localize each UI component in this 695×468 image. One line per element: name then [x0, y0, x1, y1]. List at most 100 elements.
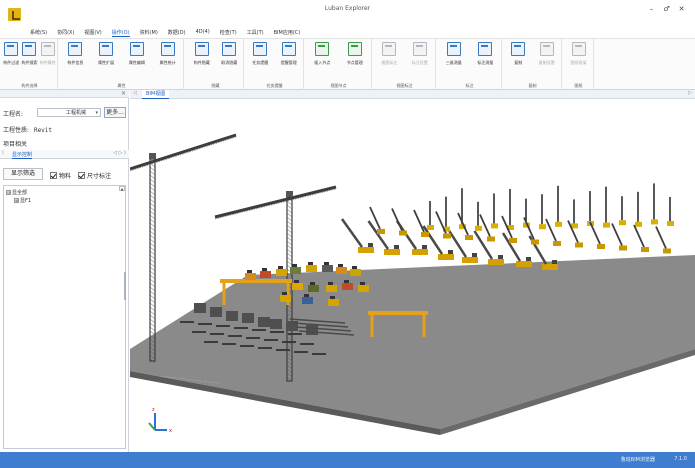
steel-beam [180, 321, 194, 323]
boom-crane-base [377, 229, 385, 234]
collapse-icon[interactable]: ⊟ [6, 190, 11, 195]
3d-scene[interactable]: ———— ——— ——— ———— z x [130, 99, 695, 452]
boom-crane-base [443, 233, 451, 239]
ribbon-button[interactable]: 提醒管理 [278, 42, 300, 66]
equipment-vehicle [260, 271, 271, 278]
bim-viewport[interactable]: ◁ BIM视图 ▷ ———— ——— ——— ———— z x [130, 90, 695, 452]
ribbon-button-label: 取消隐藏 [221, 60, 238, 65]
ribbon-button[interactable]: 构件过滤 [2, 42, 20, 66]
project-related-label[interactable]: 项目相关 [3, 139, 27, 148]
tower-crane-left-lattice [149, 234, 156, 240]
close-icon[interactable]: ✕ [674, 5, 689, 13]
panel-splitter[interactable] [124, 272, 126, 300]
ribbon-group-label: 视图标注 [396, 83, 413, 88]
tree-node-all[interactable]: ⊟ 显全部 [6, 189, 27, 196]
ribbon-button[interactable]: 图纸框架 [568, 42, 590, 66]
ribbon-button[interactable]: 视图标注 [378, 42, 400, 66]
tower-crane-left-lattice [149, 306, 156, 312]
tower-crane-left-jib [130, 133, 237, 171]
ribbon-button[interactable]: 节点管理 [344, 42, 366, 66]
menu-item[interactable]: 4D(4) [196, 29, 210, 37]
menu-item[interactable]: 系统(S) [30, 29, 47, 37]
steel-beam [222, 343, 236, 345]
tower-crane-left-lattice [149, 166, 156, 172]
ribbon-button[interactable]: 复制 [507, 42, 529, 66]
tower-crane-left-lattice [149, 298, 156, 304]
tab-scroll-right-icon[interactable]: ◁ ▷ ⟩ [113, 150, 126, 156]
ribbon-button-label: 标注测量 [477, 60, 494, 65]
equipment-vehicle [302, 297, 313, 304]
expand-icon[interactable]: ⊞ [14, 198, 19, 203]
ribbon-button[interactable]: 构件属性 [39, 42, 57, 66]
ribbon-button[interactable]: 标注设置 [409, 42, 431, 66]
viewport-scroll-left-icon[interactable]: ◁ [133, 90, 137, 96]
tower-crane-left-lattice [149, 310, 156, 316]
menu-item[interactable]: 资料(M) [140, 29, 158, 37]
boom-crane-arm [655, 226, 667, 249]
tower-crane-left-lattice [149, 326, 156, 332]
ribbon-button[interactable]: 任务提醒 [249, 42, 271, 66]
more-button[interactable]: 更多... [104, 107, 126, 118]
tower-crane-right-lattice [286, 224, 293, 230]
menu-item[interactable]: BIM应用(C) [274, 29, 301, 37]
ribbon-button[interactable]: 构件搜索 [20, 42, 38, 66]
display-filter-button[interactable]: 显示筛选 [3, 168, 43, 180]
ribbon-button[interactable]: 取消隐藏 [218, 42, 240, 66]
minimize-icon[interactable]: – [644, 5, 659, 13]
tower-crane-right-lattice [286, 204, 293, 210]
tower-crane-left-lattice [149, 238, 156, 244]
ribbon-toolbar: 构件过滤 构件搜索 构件属性 构件选择 构件信息 属性扩展 属性编辑 属性统计 属性 构件隐藏 取消… [0, 38, 695, 91]
project-select[interactable]: 工程机械 [37, 108, 101, 117]
ribbon-button-label: 提醒管理 [280, 60, 297, 65]
tower-crane-left-lattice [149, 214, 156, 220]
bell-icon [253, 42, 268, 56]
tower-crane-left-lattice [149, 294, 156, 300]
panel-close-icon[interactable]: × [121, 90, 126, 97]
ribbon-button[interactable]: 构件隐藏 [191, 42, 213, 66]
viewport-scroll-right-icon[interactable]: ▷ [688, 90, 692, 96]
status-link[interactable]: 鲁班BIM浏览器 [621, 456, 655, 463]
restore-icon[interactable]: ♂ [659, 5, 674, 13]
status-version: 7.1.0 [674, 456, 687, 462]
tree-node-f1[interactable]: ⊞ 显F1 [14, 197, 31, 204]
container-block [226, 311, 238, 321]
tower-crane-left-lattice [149, 278, 156, 284]
dimension-checkbox[interactable]: 尺寸标注 [78, 171, 111, 180]
ribbon-button[interactable]: 属性统计 [157, 42, 179, 66]
steel-beam [252, 329, 266, 331]
steel-beam [234, 327, 248, 329]
tower-crane-right-lattice [286, 260, 293, 266]
dimension-checkbox-label: 尺寸标注 [87, 173, 112, 180]
tab-bim-view[interactable]: BIM视图 [142, 90, 170, 99]
tree-scroll-up-icon[interactable]: ▲ [119, 186, 125, 191]
svg-text:z: z [152, 407, 155, 413]
menu-item[interactable]: 操作(O) [111, 29, 130, 37]
ribbon-button[interactable]: 复制设置 [536, 42, 558, 66]
ribbon-button[interactable]: 三维测量 [443, 42, 465, 66]
ribbon-button[interactable]: 标注测量 [474, 42, 496, 66]
extend-icon [99, 42, 114, 56]
entity-checkbox[interactable]: 物料 [50, 171, 71, 180]
ribbon-button[interactable]: 属性编辑 [126, 42, 148, 66]
tab-display-control[interactable]: 显示控制 [12, 151, 33, 159]
equipment-vehicle [290, 267, 301, 274]
menu-item[interactable]: 协同(X) [57, 29, 74, 37]
tower-crane-left-lattice [149, 170, 156, 176]
mobile-crane-body [412, 249, 428, 255]
equipment-cab [328, 282, 333, 285]
menu-item[interactable]: 工具(T) [247, 29, 264, 37]
menu-item[interactable]: 检查(T) [220, 29, 237, 37]
menu-item[interactable]: 视图(V) [84, 29, 101, 37]
tab-scroll-left-icon[interactable]: ⟨ [2, 150, 4, 156]
ribbon-button[interactable]: 属性扩展 [95, 42, 117, 66]
mobile-crane-body [516, 261, 532, 267]
info-icon [68, 42, 83, 56]
ribbon-group: 图纸框架 图纸 [564, 39, 594, 91]
pile-driver-base [635, 221, 642, 227]
ribbon-button[interactable]: 插入节点 [311, 42, 333, 66]
steel-beam [294, 351, 308, 353]
menu-item[interactable]: 数据(D) [168, 29, 186, 37]
ribbon-button[interactable]: 构件信息 [64, 42, 86, 66]
tower-crane-left-lattice [149, 194, 156, 200]
boom-crane-base [641, 247, 649, 252]
